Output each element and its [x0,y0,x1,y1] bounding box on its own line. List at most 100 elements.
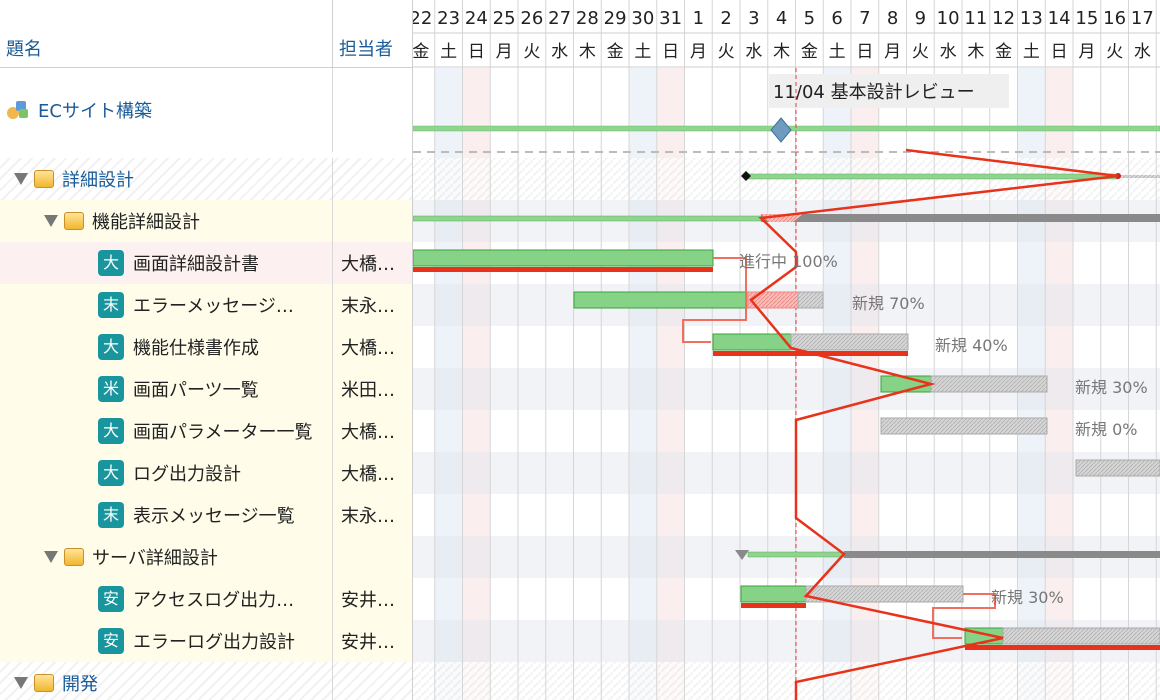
task-status-label: 新規 0% [1075,420,1137,439]
task-tree-panel: 題名 担当者 ECサイト構築 詳細設計 機能詳細設計大画面詳細設計書 大橋… 末エラー… [0,0,413,700]
group-row[interactable]: 詳細設計 [0,158,412,200]
subgroup-summary-bar[interactable] [413,215,762,222]
date-label: 29 [604,8,627,29]
task-assignee [332,662,412,700]
task-row[interactable]: 末エラーメッセージ… 末永… [0,284,412,326]
task-title[interactable]: エラーメッセージ… [133,292,294,318]
task-assignee: 大橋… [332,242,412,284]
column-header-assignee[interactable]: 担当者 [332,0,412,68]
task-bar-progress[interactable] [573,291,749,309]
task-title[interactable]: 詳細設計 [62,166,134,192]
expand-toggle-icon[interactable] [14,173,28,185]
task-title[interactable]: ログ出力設計 [133,460,241,486]
project-icon [7,101,28,119]
task-bar-remaining[interactable] [1075,459,1160,477]
task-bar-progress[interactable] [740,585,807,603]
weekday-label: 日 [662,42,679,62]
weekday-label: 水 [551,42,568,62]
task-bar-done[interactable] [413,249,714,267]
task-assignee: 米田… [332,368,412,410]
task-status-label: 新規 70% [852,294,925,313]
date-label: 16 [1103,8,1126,29]
task-row[interactable]: 大機能仕様書作成 大橋… [0,326,412,368]
date-label: 1 [693,8,704,29]
task-status-label: 新規 40% [935,336,1008,355]
date-label: 28 [576,8,599,29]
task-title[interactable]: 画面パーツ一覧 [133,376,259,402]
task-title[interactable]: エラーログ出力設計 [133,628,295,654]
weekday-label: 月 [1078,42,1095,62]
baseline-bar [965,645,1160,650]
task-title[interactable]: アクセスログ出力… [133,586,294,612]
task-title[interactable]: 画面詳細設計書 [133,250,259,276]
weekday-label: 土 [440,42,457,62]
expand-toggle-icon[interactable] [14,677,28,689]
task-title[interactable]: 機能仕様書作成 [133,334,259,360]
task-title[interactable]: 画面パラメーター一覧 [133,418,312,444]
task-title[interactable]: 機能詳細設計 [92,208,200,234]
task-assignee: 大橋… [332,452,412,494]
column-header-title-label: 題名 [6,39,42,60]
weekday-label: 木 [773,42,790,62]
task-row[interactable]: 大画面パラメーター一覧 大橋… [0,410,412,452]
task-row[interactable]: 末表示メッセージ一覧 末永… [0,494,412,536]
project-name[interactable]: ECサイト構築 [38,97,152,123]
assignee-badge: 大 [98,418,124,444]
milestone-diamond[interactable] [770,117,792,143]
column-header-title[interactable]: 題名 [0,0,332,68]
assignee-badge: 末 [98,502,124,528]
group-row[interactable]: 開発 [0,662,412,700]
task-bar-progress[interactable] [712,333,792,351]
task-assignee [332,200,412,242]
task-bar-remaining[interactable] [880,417,1048,435]
subgroup-remaining-bar [844,551,1160,558]
date-label: 7 [859,8,870,29]
date-label: 15 [1075,8,1098,29]
group-row[interactable]: サーバ詳細設計 [0,536,412,578]
date-label: 30 [631,8,654,29]
project-row[interactable]: ECサイト構築 [0,68,412,152]
folder-icon [64,548,84,566]
weekday-label: 火 [1106,42,1123,62]
task-bar-remaining[interactable] [930,375,1048,393]
task-row[interactable]: 米画面パーツ一覧 米田… [0,368,412,410]
task-bar-remaining[interactable] [1002,627,1160,645]
task-title[interactable]: サーバ詳細設計 [92,544,218,570]
date-label: 11 [964,8,987,29]
group-row[interactable]: 機能詳細設計 [0,200,412,242]
task-row[interactable]: 安エラーログ出力設計 安井… [0,620,412,662]
task-bar-remaining[interactable] [805,585,964,603]
date-label: 3 [748,8,759,29]
weekday-label: 土 [634,42,651,62]
assignee-badge: 米 [98,376,124,402]
group-summary-bar[interactable] [747,173,1119,180]
task-bar-remaining[interactable] [790,333,909,351]
date-label: 23 [437,8,460,29]
row-stripe [413,452,1160,494]
date-label: 26 [520,8,543,29]
baseline-bar [413,267,713,272]
task-row[interactable]: 安アクセスログ出力… 安井… [0,578,412,620]
subgroup-remaining-bar [761,214,1160,222]
task-bar-remaining[interactable] [797,291,824,309]
task-row[interactable]: 大ログ出力設計 大橋… [0,452,412,494]
task-assignee: 末永… [332,284,412,326]
weekday-label: 月 [496,42,513,62]
subgroup-summary-bar[interactable] [747,551,845,558]
task-title[interactable]: 開発 [62,670,98,696]
date-label: 5 [804,8,815,29]
task-title[interactable]: 表示メッセージ一覧 [133,502,295,528]
task-status-label: 新規 30% [1075,378,1148,397]
gantt-chart[interactable]: 22 金 23 土 24 日 25 月 26 火 27 水 28 木 29 金 30 土 31 日 1 月 2 火 3 水 4 木 5 金… [413,0,1160,700]
task-assignee [332,536,412,578]
assignee-badge: 大 [98,334,124,360]
weekday-label: 金 [801,42,818,62]
gantt-svg[interactable]: 22金23土24日25月26火27水28木29金30土31日1月2火3水4木5金… [413,0,1160,700]
expand-toggle-icon[interactable] [44,551,58,563]
task-assignee: 大橋… [332,410,412,452]
expand-toggle-icon[interactable] [44,215,58,227]
date-label: 12 [992,8,1015,29]
task-row[interactable]: 大画面詳細設計書 大橋… [0,242,412,284]
date-label: 2 [720,8,731,29]
weekday-label: 日 [468,42,485,62]
